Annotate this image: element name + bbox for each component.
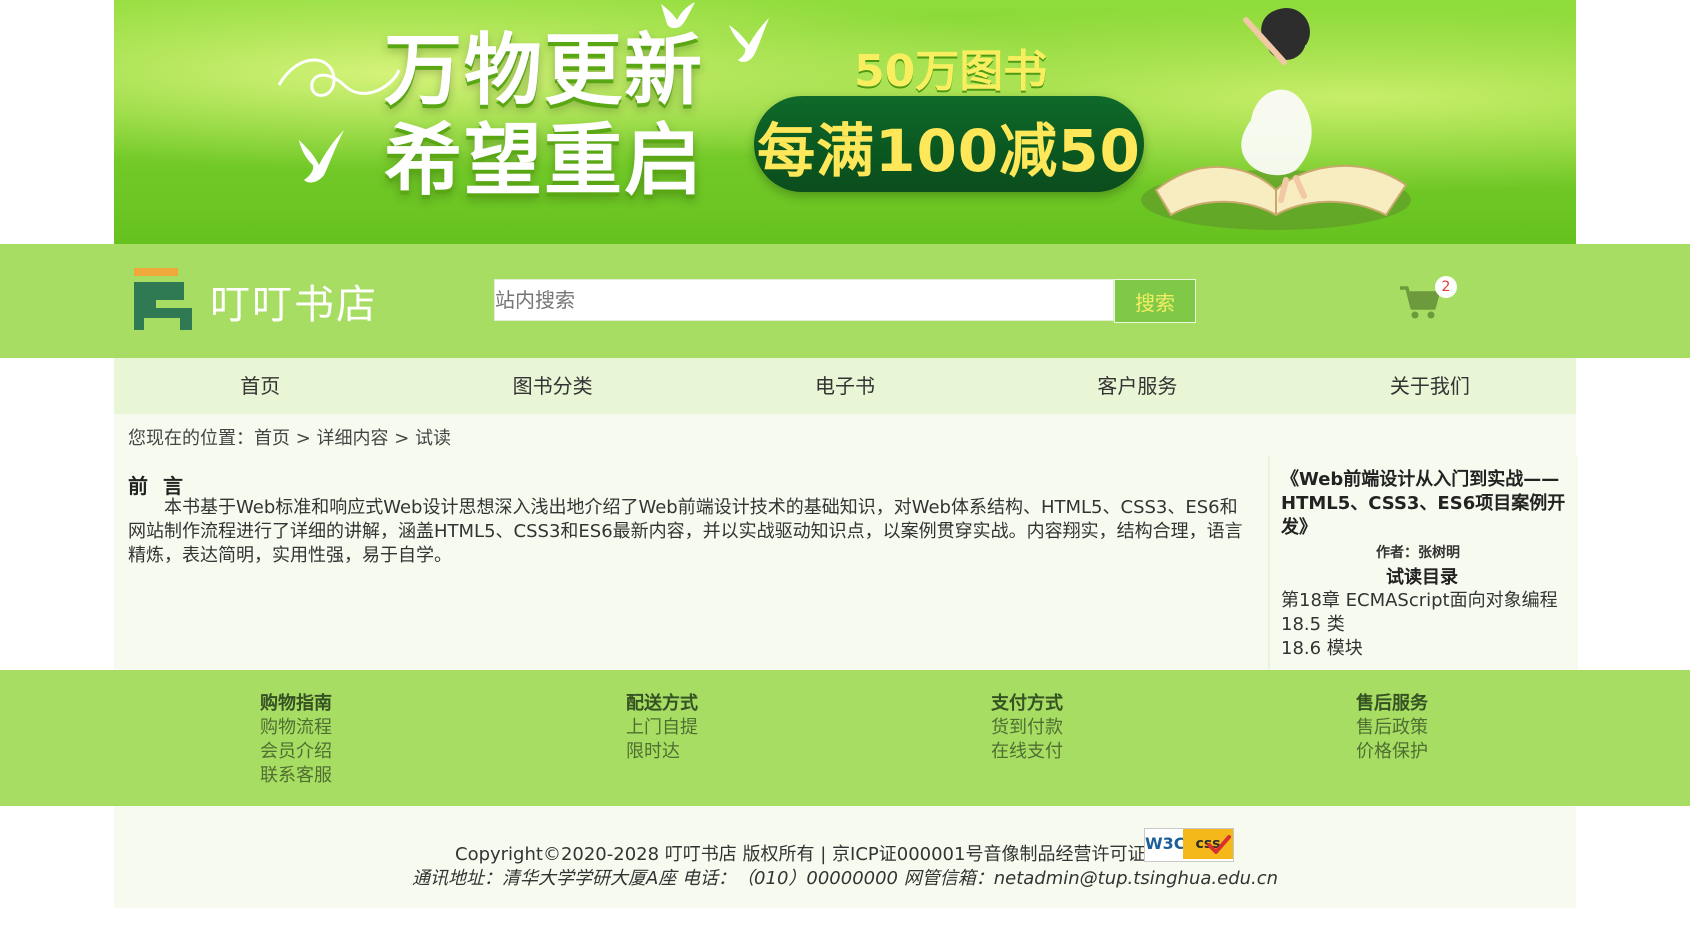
girl-on-book-illustration [1141,8,1411,230]
copyright-text: Copyright©2020-2028 叮叮书店 版权所有 | 京ICP证000… [455,844,1146,865]
promo-banner[interactable]: 万物更新 希望重启 50万图书 每满100减50 [114,0,1576,244]
main-nav: 首页 图书分类 电子书 客户服务 关于我们 [114,358,1576,414]
footer-link[interactable]: 购物流程 [260,716,332,740]
promo-text: 每满100减50 [757,117,1141,185]
toc-item[interactable]: 第18章 ECMAScript面向对象编程 [1281,586,1558,612]
nav-item-ebooks[interactable]: 电子书 [699,358,991,414]
footer-link[interactable]: 限时达 [626,740,698,764]
checkmark-icon [1207,835,1231,854]
footer-link[interactable]: 货到付款 [991,716,1063,740]
footer-link[interactable]: 上门自提 [626,716,698,740]
footer-column-head: 支付方式 [991,693,1063,714]
toc-item[interactable]: 18.5 类 [1281,610,1345,636]
footer-link[interactable]: 在线支付 [991,740,1063,764]
search-bar: 搜索 [494,279,1196,323]
contact-address: 通讯地址：清华大学学研大厦A座 电话：（010）00000000 网管信箱：ne… [412,868,1279,889]
book-title: 《Web前端设计从入门到实战——HTML5、CSS3、ES6项目案例开发》 [1281,469,1566,538]
dove-icon [299,130,344,183]
page: 万物更新 希望重启 50万图书 每满100减50 叮叮书店 搜 [0,0,1690,936]
preface-title: 前 言 [128,474,187,498]
footer-link[interactable]: 价格保护 [1356,740,1428,764]
preface-body: 本书基于Web标准和响应式Web设计思想深入浅出地介绍了Web前端设计技术的基础… [128,497,1243,566]
w3c-css-badge[interactable]: W3C css [1144,828,1234,862]
toc-item[interactable]: 18.6 模块 [1281,634,1363,660]
footer-link[interactable]: 联系客服 [260,764,332,788]
banner-title-line2: 希望重启 [384,116,705,206]
nav-item-customer-service[interactable]: 客户服务 [991,358,1283,414]
logo-icon[interactable] [134,268,192,334]
promo-pill: 每满100减50 [754,96,1144,192]
search-input[interactable] [494,279,1114,321]
footer-column-head: 配送方式 [626,693,698,714]
banner-title: 万物更新 希望重启 [384,26,704,206]
footer-column-shopping-guide: 购物指南 购物流程 会员介绍 联系客服 [260,692,332,788]
footer-link[interactable]: 会员介绍 [260,740,332,764]
footer-links: 购物指南 购物流程 会员介绍 联系客服 配送方式 上门自提 限时达 支付方式 货… [0,670,1690,806]
footer-column-after-sales: 售后服务 售后政策 价格保护 [1356,692,1428,764]
banner-title-line1: 万物更新 [384,26,705,116]
footer-column-payment: 支付方式 货到付款 在线支付 [991,692,1063,764]
footer-column-head: 购物指南 [260,693,332,714]
book-author: 作者：张树明 [1376,545,1460,561]
cart-icon[interactable] [1400,284,1440,320]
nav-item-categories[interactable]: 图书分类 [406,358,698,414]
footer-column-head: 售后服务 [1356,693,1428,714]
cart-count-badge: 2 [1435,276,1457,298]
dove-icon [729,18,769,63]
w3c-badge-left: W3C [1145,829,1186,859]
nav-item-about-us[interactable]: 关于我们 [1284,358,1576,414]
site-brand-name[interactable]: 叮叮书店 [210,272,378,330]
breadcrumb: 您现在的位置：首页 > 详细内容 > 试读 [128,428,452,449]
search-button[interactable]: 搜索 [1114,279,1196,323]
footer-column-delivery: 配送方式 上门自提 限时达 [626,692,698,764]
site-header: 叮叮书店 搜索 2 [0,244,1690,358]
banner-subtitle: 50万图书 [854,46,1048,97]
footer-link[interactable]: 售后政策 [1356,716,1428,740]
nav-item-home[interactable]: 首页 [114,358,406,414]
